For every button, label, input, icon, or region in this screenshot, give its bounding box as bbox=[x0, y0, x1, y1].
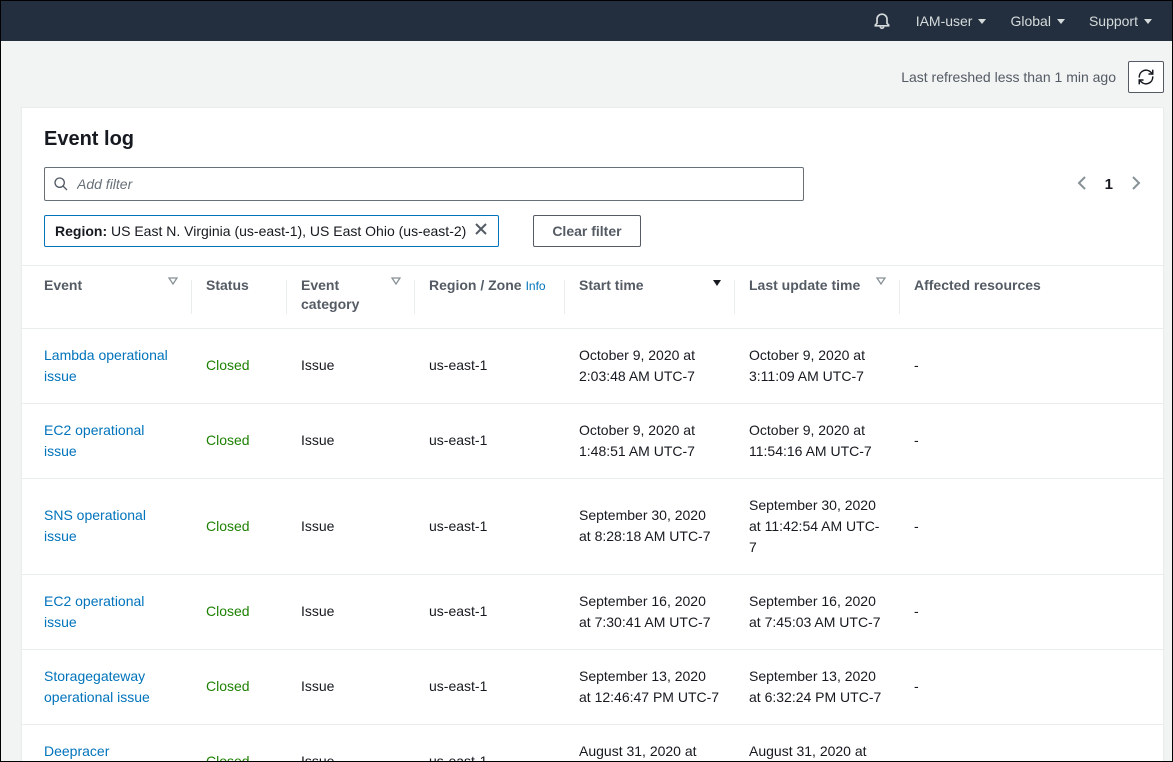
cell-affected: - bbox=[900, 574, 1163, 649]
cell-start: September 13, 2020 at 12:46:47 PM UTC-7 bbox=[565, 649, 735, 724]
status-badge: Closed bbox=[206, 357, 250, 373]
cell-updated: August 31, 2020 at 9:10:12 PM UTC-7 bbox=[735, 724, 900, 761]
clear-filter-button[interactable]: Clear filter bbox=[533, 215, 640, 247]
cell-affected: - bbox=[900, 724, 1163, 761]
caret-down-icon bbox=[1057, 19, 1065, 24]
panel-title: Event log bbox=[44, 128, 1141, 151]
cell-updated: September 16, 2020 at 7:45:03 AM UTC-7 bbox=[735, 574, 900, 649]
table-row: EC2 operational issue Closed Issueus-east-… bbox=[22, 403, 1163, 478]
col-region[interactable]: Region / ZoneInfo bbox=[415, 266, 565, 329]
cell-updated: September 13, 2020 at 6:32:24 PM UTC-7 bbox=[735, 649, 900, 724]
cell-affected: - bbox=[900, 403, 1163, 478]
user-menu[interactable]: IAM-user bbox=[916, 13, 987, 29]
caret-down-icon bbox=[1144, 19, 1152, 24]
status-badge: Closed bbox=[206, 678, 250, 694]
refresh-button[interactable] bbox=[1128, 61, 1164, 93]
cell-start: September 16, 2020 at 7:30:41 AM UTC-7 bbox=[565, 574, 735, 649]
region-label: Global bbox=[1010, 13, 1050, 29]
table-row: SNS operational issue Closed Issueus-east-… bbox=[22, 478, 1163, 574]
col-status[interactable]: Status bbox=[192, 266, 287, 329]
close-icon bbox=[474, 222, 488, 236]
refresh-status-text: Last refreshed less than 1 min ago bbox=[901, 69, 1116, 85]
col-event[interactable]: Event bbox=[22, 266, 192, 329]
cell-start: August 31, 2020 at 6:32:39 PM UTC-7 bbox=[565, 724, 735, 761]
info-link[interactable]: Info bbox=[526, 279, 546, 293]
refresh-icon bbox=[1137, 68, 1155, 86]
cell-category: Issue bbox=[287, 328, 415, 403]
cell-affected: - bbox=[900, 649, 1163, 724]
sort-icon bbox=[168, 277, 178, 285]
status-badge: Closed bbox=[206, 518, 250, 534]
chip-value: US East N. Virginia (us-east-1), US East… bbox=[111, 223, 466, 239]
cell-updated: September 30, 2020 at 11:42:54 AM UTC-7 bbox=[735, 478, 900, 574]
table-row: EC2 operational issue Closed Issueus-east-… bbox=[22, 574, 1163, 649]
cell-start: October 9, 2020 at 1:48:51 AM UTC-7 bbox=[565, 403, 735, 478]
status-badge: Closed bbox=[206, 432, 250, 448]
cell-category: Issue bbox=[287, 478, 415, 574]
table-row: Deepracer operational issue Closed Issueus… bbox=[22, 724, 1163, 761]
caret-down-icon bbox=[978, 19, 986, 24]
prev-page[interactable] bbox=[1077, 175, 1087, 194]
cell-category: Issue bbox=[287, 574, 415, 649]
event-link[interactable]: EC2 operational issue bbox=[44, 593, 144, 630]
event-link[interactable]: Lambda operational issue bbox=[44, 347, 168, 384]
cell-region: us-east-1 bbox=[415, 649, 565, 724]
cell-category: Issue bbox=[287, 649, 415, 724]
cell-region: us-east-1 bbox=[415, 724, 565, 761]
cell-region: us-east-1 bbox=[415, 328, 565, 403]
refresh-row: Last refreshed less than 1 min ago bbox=[21, 61, 1164, 93]
cell-category: Issue bbox=[287, 403, 415, 478]
chevron-right-icon bbox=[1131, 175, 1141, 191]
event-link[interactable]: Deepracer operational issue bbox=[44, 743, 150, 761]
cell-updated: October 9, 2020 at 11:54:16 AM UTC-7 bbox=[735, 403, 900, 478]
chevron-left-icon bbox=[1077, 175, 1087, 191]
table-row: Storagegateway operational issue Closed Is… bbox=[22, 649, 1163, 724]
cell-region: us-east-1 bbox=[415, 574, 565, 649]
cell-region: us-east-1 bbox=[415, 403, 565, 478]
status-badge: Closed bbox=[206, 603, 250, 619]
support-label: Support bbox=[1089, 13, 1138, 29]
region-filter-chip: Region: US East N. Virginia (us-east-1),… bbox=[44, 215, 499, 247]
event-link[interactable]: Storagegateway operational issue bbox=[44, 668, 150, 705]
event-link[interactable]: SNS operational issue bbox=[44, 507, 146, 544]
search-icon bbox=[53, 176, 69, 192]
cell-start: October 9, 2020 at 2:03:48 AM UTC-7 bbox=[565, 328, 735, 403]
next-page[interactable] bbox=[1131, 175, 1141, 194]
page-number: 1 bbox=[1105, 176, 1113, 193]
sort-desc-icon bbox=[713, 280, 721, 286]
support-menu[interactable]: Support bbox=[1089, 13, 1152, 29]
cell-category: Issue bbox=[287, 724, 415, 761]
chip-key: Region: bbox=[55, 223, 107, 239]
col-start-time[interactable]: Start time bbox=[565, 266, 735, 329]
region-menu[interactable]: Global bbox=[1010, 13, 1064, 29]
cell-affected: - bbox=[900, 328, 1163, 403]
filter-input[interactable] bbox=[77, 176, 795, 192]
col-last-update[interactable]: Last update time bbox=[735, 266, 900, 329]
cell-region: us-east-1 bbox=[415, 478, 565, 574]
sort-icon bbox=[391, 277, 401, 285]
filter-search-box[interactable] bbox=[44, 167, 804, 201]
table-row: Lambda operational issue Closed Issueus-ea… bbox=[22, 328, 1163, 403]
col-affected[interactable]: Affected resources bbox=[900, 266, 1163, 329]
event-table: Event Status Event category Region / Zon… bbox=[22, 265, 1163, 761]
pagination: 1 bbox=[1077, 175, 1141, 194]
user-label: IAM-user bbox=[916, 13, 973, 29]
col-category[interactable]: Event category bbox=[287, 266, 415, 329]
event-link[interactable]: EC2 operational issue bbox=[44, 422, 144, 459]
sort-icon bbox=[876, 277, 886, 285]
cell-start: September 30, 2020 at 8:28:18 AM UTC-7 bbox=[565, 478, 735, 574]
event-log-panel: Event log 1 Region: US East N. Virginia … bbox=[21, 107, 1164, 761]
cell-affected: - bbox=[900, 478, 1163, 574]
remove-filter-button[interactable] bbox=[474, 222, 488, 240]
topbar: IAM-user Global Support bbox=[1, 1, 1172, 41]
status-badge: Closed bbox=[206, 753, 250, 761]
cell-updated: October 9, 2020 at 3:11:09 AM UTC-7 bbox=[735, 328, 900, 403]
notifications-icon[interactable] bbox=[872, 10, 892, 33]
